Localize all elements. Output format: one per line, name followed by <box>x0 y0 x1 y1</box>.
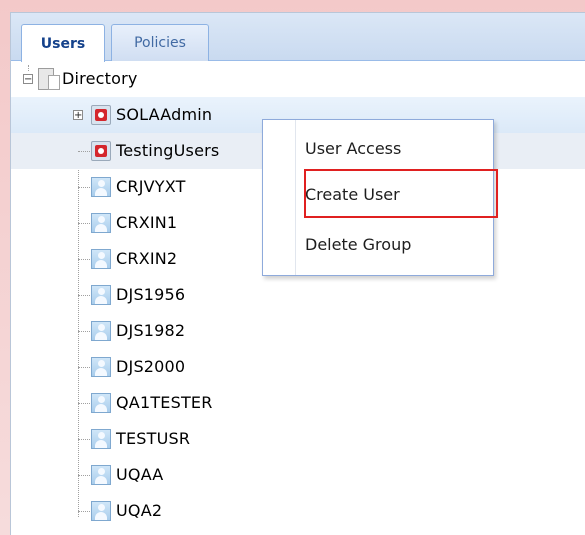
user-icon <box>91 285 111 305</box>
tree-row-user[interactable]: DJS1982 <box>11 313 585 349</box>
user-label: QA1TESTER <box>116 393 213 412</box>
user-icon <box>91 321 111 341</box>
menu-divider <box>295 120 296 275</box>
menu-item-user-access[interactable]: User Access <box>305 128 493 168</box>
user-icon <box>91 177 111 197</box>
tab-policies[interactable]: Policies <box>111 24 209 61</box>
tree-line <box>78 259 90 260</box>
user-label: CRJVYXT <box>116 177 186 196</box>
tree-node-label: TestingUsers <box>116 141 220 160</box>
menu-item-create-user[interactable]: Create User <box>305 174 493 214</box>
collapse-icon[interactable]: − <box>23 74 33 85</box>
tab-bar: Users Policies <box>11 13 585 62</box>
user-label: UQAA <box>116 465 164 484</box>
tree-line <box>78 439 90 440</box>
user-icon <box>91 357 111 377</box>
tree-line <box>78 475 90 476</box>
tree-row-user[interactable]: UQA2 <box>11 493 585 529</box>
tab-users[interactable]: Users <box>21 24 105 62</box>
tree-row-directory[interactable]: − Directory <box>11 61 585 97</box>
user-icon <box>91 465 111 485</box>
user-label: CRXIN2 <box>116 249 178 268</box>
user-icon <box>91 429 111 449</box>
user-label: DJS2000 <box>116 357 186 376</box>
tree-line <box>78 367 90 368</box>
group-icon <box>91 141 111 161</box>
user-label: DJS1956 <box>116 285 186 304</box>
user-icon <box>91 249 111 269</box>
user-label: DJS1982 <box>116 321 186 340</box>
tree-row-user[interactable]: UQAA <box>11 457 585 493</box>
menu-item-delete-group[interactable]: Delete Group <box>305 224 493 264</box>
tree-line <box>78 403 90 404</box>
tree-line <box>78 511 90 512</box>
tree-node-label: Directory <box>62 69 138 88</box>
directory-icon <box>38 68 60 90</box>
tree-node-label: SOLAAdmin <box>116 105 213 124</box>
tree-line <box>78 295 90 296</box>
group-icon <box>91 105 111 125</box>
expand-icon[interactable]: + <box>73 110 83 121</box>
user-icon <box>91 393 111 413</box>
tree-row-user[interactable]: DJS1956 <box>11 277 585 313</box>
context-menu: User Access Create User Delete Group <box>262 119 498 276</box>
user-icon <box>91 213 111 233</box>
tree-row-user[interactable]: QA1TESTER <box>11 385 585 421</box>
user-label: CRXIN1 <box>116 213 178 232</box>
tree-line <box>78 223 90 224</box>
tree-row-user[interactable]: DJS2000 <box>11 349 585 385</box>
user-label: UQA2 <box>116 501 163 520</box>
user-icon <box>91 501 111 521</box>
tree-line <box>78 331 90 332</box>
tree-row-user[interactable]: TESTUSR <box>11 421 585 457</box>
tree-line <box>78 151 90 152</box>
user-label: TESTUSR <box>116 429 191 448</box>
tree-line <box>78 187 90 188</box>
